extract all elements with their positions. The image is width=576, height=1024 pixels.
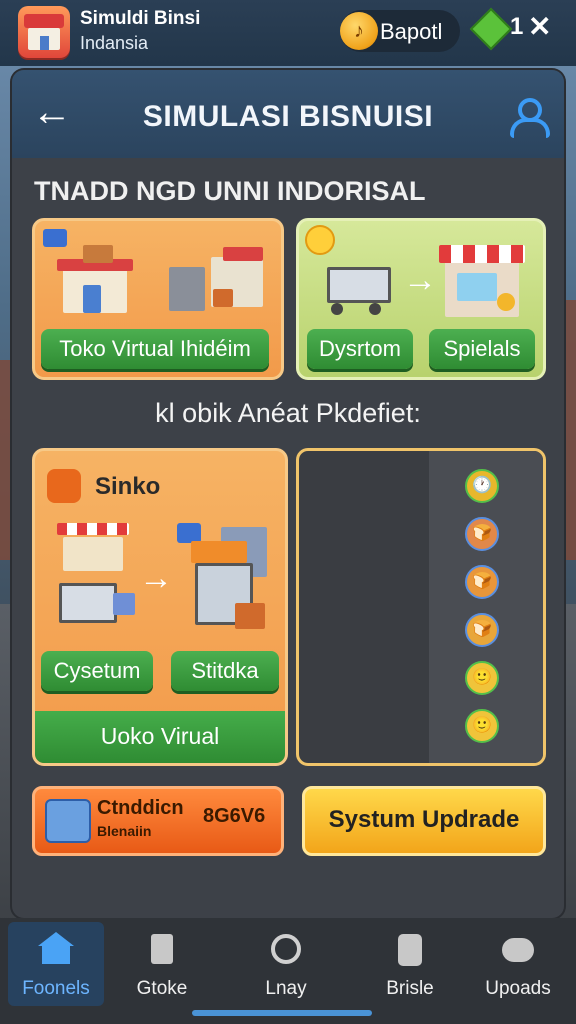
phone-icon — [398, 934, 422, 966]
clock-icon[interactable]: 🕐 — [465, 469, 499, 503]
background-building-right — [562, 300, 576, 560]
bread-icon[interactable]: 🍞 — [465, 517, 499, 551]
trash-icon — [151, 934, 173, 964]
bread-icon[interactable]: 🍞 — [465, 565, 499, 599]
card-sinko[interactable]: Sinko → Cysetum Stitdka Uoko Virual — [32, 448, 288, 766]
smiley-icon[interactable]: 🙂 — [465, 661, 499, 695]
card-icon-list: 🕐 🍞 🍞 🍞 🙂 🙂 — [296, 448, 546, 766]
subtitle: kl obik Anéat Pkdefiet: — [155, 398, 421, 428]
app-title: Simuldi Binsi — [80, 8, 201, 29]
home-indicator[interactable] — [192, 1010, 372, 1016]
banner-left-subtitle: Blenaiin — [97, 823, 152, 839]
condition-banner[interactable]: Ctnddicn Blenaiin 8G6V6 — [32, 786, 284, 856]
home-icon-body — [42, 946, 70, 964]
storage-illustration-icon — [163, 239, 271, 319]
nav-item-foonels[interactable]: Foonels — [8, 922, 104, 1006]
smiley-icon[interactable]: 🙂 — [465, 709, 499, 743]
app-subtitle: Indansia — [80, 33, 149, 53]
nav-item-upoads[interactable]: Upoads — [470, 922, 566, 1006]
coin-icon: ♪ — [340, 12, 378, 50]
bottom-nav: Foonels Gtoke Lnay Brisle Upoads — [0, 918, 576, 1024]
market-stall-illustration-icon — [53, 523, 139, 635]
toko-virtual-button[interactable]: Toko Virtual Ihidéim — [41, 329, 269, 369]
nav-label: Foonels — [22, 978, 90, 999]
gem-count: 1 — [510, 13, 524, 40]
cart-illustration-icon — [321, 257, 401, 319]
nav-item-gtoke[interactable]: Gtoke — [114, 922, 210, 1006]
nav-item-lnay[interactable]: Lnay — [238, 922, 334, 1006]
laptop-icon — [45, 799, 91, 843]
page-title: SIMULASI BISNUISI — [142, 100, 434, 133]
spielals-button[interactable]: Spielals — [429, 329, 535, 369]
arrow-right-icon: → — [139, 559, 173, 597]
stitdka-button[interactable]: Stitdka — [171, 651, 279, 691]
coin-label: Bapotl — [380, 19, 443, 44]
nav-item-brisle[interactable]: Brisle — [362, 922, 458, 1006]
dysrtom-button[interactable]: Dysrtom — [307, 329, 413, 369]
warehouse-illustration-icon — [185, 527, 281, 637]
top-bar: Simuldi Binsi Indansia ♪ Bapotl 1 ✕ — [0, 0, 576, 66]
puzzle-icon — [47, 469, 81, 503]
card-dysrtom[interactable]: → Dysrtom Spielals — [296, 218, 546, 380]
panel-header: ← SIMULASI BISNUISI — [12, 70, 564, 158]
coin-balance[interactable]: ♪ Bapotl — [340, 10, 460, 52]
banner-left-value: 8G6V6 — [203, 805, 266, 827]
section-title: TNADD NGD UNNI INDORISAL — [34, 176, 426, 206]
profile-icon[interactable] — [506, 96, 550, 138]
home-icon — [38, 932, 74, 946]
system-update-button[interactable]: Systum Updrade — [302, 786, 546, 856]
app-shop-icon — [18, 6, 70, 58]
nav-label: Upoads — [485, 978, 551, 999]
gem-icon — [469, 7, 513, 51]
gamepad-icon — [502, 938, 534, 962]
nav-label: Lnay — [265, 978, 307, 999]
shopfront-illustration-icon — [439, 235, 533, 321]
card-toko-virtual[interactable]: Toko Virtual Ihidéim — [32, 218, 284, 380]
uoko-virual-button[interactable]: Uoko Virual — [35, 711, 285, 763]
search-icon — [271, 934, 301, 964]
store-illustration-icon — [53, 245, 143, 315]
sun-icon — [305, 225, 335, 255]
main-panel: ← SIMULASI BISNUISI TNADD NGD UNNI INDOR… — [12, 70, 564, 918]
sinko-title: Sinko — [95, 473, 161, 500]
nav-label: Brisle — [386, 978, 434, 999]
arrow-right-icon: → — [403, 261, 437, 299]
close-button[interactable]: ✕ — [528, 10, 551, 43]
bread-icon[interactable]: 🍞 — [465, 613, 499, 647]
nav-label: Gtoke — [136, 978, 188, 999]
cysetum-button[interactable]: Cysetum — [41, 651, 153, 691]
banner-left-title: Ctnddicn — [97, 797, 184, 819]
